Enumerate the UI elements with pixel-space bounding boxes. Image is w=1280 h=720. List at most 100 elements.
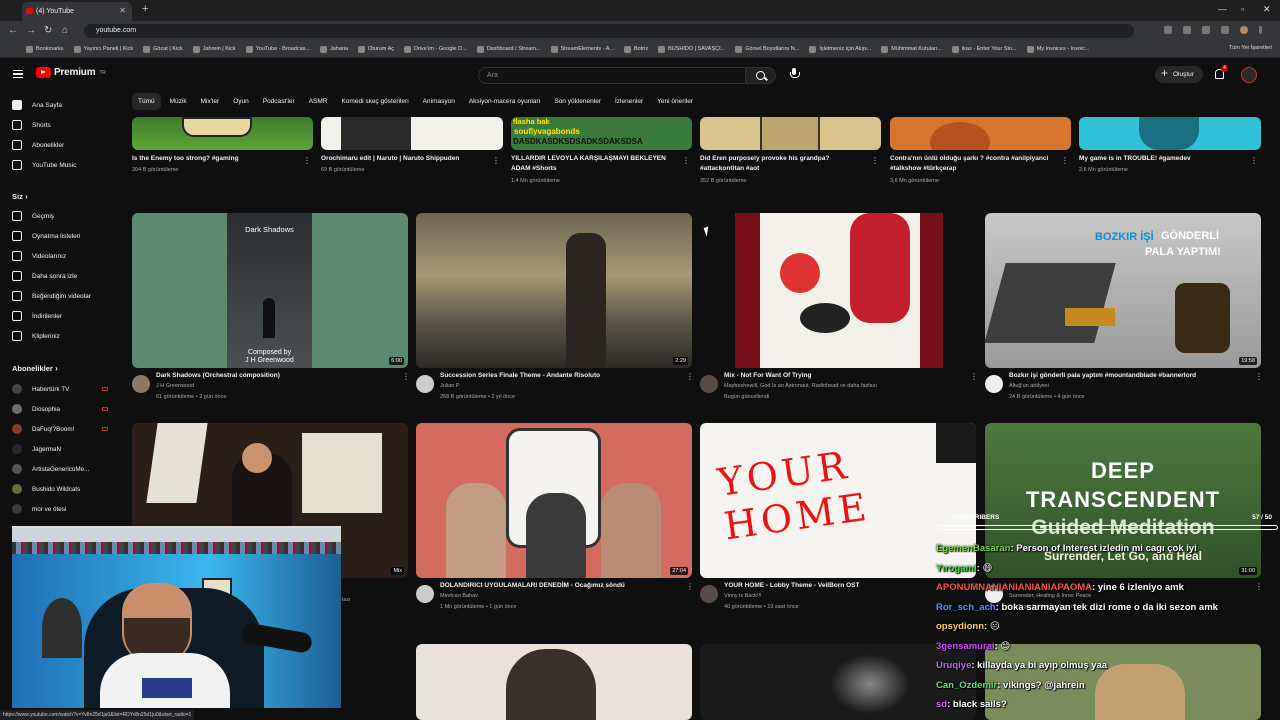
- more-options-icon[interactable]: ⋮: [1061, 157, 1069, 165]
- bookmark-item[interactable]: İşletmeniz için Alışv...: [809, 45, 871, 53]
- video-channel[interactable]: J H Greenwood: [156, 381, 396, 392]
- sidebar-item-2[interactable]: Abonelikler: [12, 138, 117, 152]
- sidebar-item-you-3[interactable]: Daha sonra izle: [12, 269, 117, 283]
- video-title[interactable]: Mix - Not For Want Of Trying: [724, 371, 964, 381]
- more-options-icon[interactable]: ⋮: [871, 157, 879, 165]
- sidebar-item-you-2[interactable]: Videolarınız: [12, 249, 117, 263]
- channel-avatar[interactable]: [132, 375, 150, 393]
- chip-8[interactable]: Aksiyon-macera oyunları: [463, 93, 546, 110]
- video-title[interactable]: DOLANDIRICI UYGULAMALARI DENEDİM - Ocağı…: [440, 581, 680, 591]
- video-thumbnail[interactable]: [132, 117, 313, 150]
- menu-icon[interactable]: [13, 70, 23, 78]
- sidebar-item-you-6[interactable]: Klipleriniz: [12, 329, 117, 343]
- sidebar-item-3[interactable]: YouTube Music: [12, 158, 117, 172]
- channel-avatar[interactable]: [416, 585, 434, 603]
- video-thumbnail[interactable]: 27:04: [416, 423, 692, 578]
- video-channel[interactable]: Altuğ'un atölyesi: [1009, 381, 1249, 392]
- more-options-icon[interactable]: ⋮: [1255, 373, 1263, 381]
- more-options-icon[interactable]: ⋮: [1250, 157, 1258, 165]
- youtube-logo[interactable]: Premium TR: [36, 67, 106, 78]
- channel-avatar[interactable]: [416, 375, 434, 393]
- sidebar-heading-you[interactable]: Siz: [12, 192, 28, 201]
- extension-icon[interactable]: [1183, 26, 1191, 34]
- sidebar-item-subscription[interactable]: Bushido Wildcats: [12, 482, 108, 496]
- video-thumbnail[interactable]: [321, 117, 503, 150]
- more-options-icon[interactable]: ⋮: [970, 373, 978, 381]
- chip-0[interactable]: Tümü: [132, 93, 161, 110]
- chip-1[interactable]: Müzik: [164, 93, 192, 110]
- menu-icon[interactable]: [1259, 26, 1262, 34]
- sidebar-item-you-4[interactable]: Beğendiğim videolar: [12, 289, 117, 303]
- chip-2[interactable]: Mix'ler: [195, 93, 225, 110]
- bookmark-item[interactable]: Oturum Aç: [358, 45, 394, 53]
- bookmark-item[interactable]: BUSHIDO | SAVAŞÇI...: [658, 45, 725, 53]
- bookmark-item[interactable]: Jahrein | Kick: [192, 45, 236, 53]
- home-icon[interactable]: ⌂: [62, 25, 68, 36]
- video-thumbnail[interactable]: [1079, 117, 1261, 150]
- maximize-icon[interactable]: ▫: [1241, 4, 1244, 14]
- video-thumbnail[interactable]: [890, 117, 1071, 150]
- more-options-icon[interactable]: ⋮: [682, 157, 690, 165]
- bookmark-item[interactable]: ikas - Enter Your Sto...: [951, 45, 1017, 53]
- bookmark-item[interactable]: Bookmarks: [26, 45, 64, 53]
- chip-10[interactable]: İzlenenler: [609, 93, 649, 110]
- video-thumbnail[interactable]: [700, 117, 881, 150]
- bookmark-item[interactable]: Dashboard / Stream...: [476, 45, 541, 53]
- bookmark-item[interactable]: Botrix: [624, 45, 648, 53]
- video-thumbnail[interactable]: Dark Shadows Composed by J H Greenwood 6…: [132, 213, 408, 368]
- more-options-icon[interactable]: ⋮: [303, 157, 311, 165]
- search-button[interactable]: [746, 67, 776, 84]
- sidebar-item-subscription[interactable]: Diosophia: [12, 402, 108, 416]
- chip-11[interactable]: Yeni öneriler: [652, 93, 699, 110]
- bookmark-item[interactable]: My Invoices - Invoic...: [1026, 45, 1090, 53]
- extension-icon[interactable]: [1202, 26, 1210, 34]
- all-bookmarks[interactable]: Tüm Yer İşaretleri: [1229, 45, 1272, 51]
- new-tab-button[interactable]: +: [142, 3, 148, 15]
- chip-6[interactable]: Komedi skeç gösterileri: [336, 93, 414, 110]
- more-options-icon[interactable]: ⋮: [686, 583, 694, 591]
- browser-tab[interactable]: (4) YouTube ✕: [22, 2, 132, 21]
- video-title[interactable]: Is the Enemy too strong? #gaming: [132, 154, 297, 164]
- video-thumbnail[interactable]: BOZKIR İŞİ GÖNDERLİ PALA YAPTIM! 19:58: [985, 213, 1261, 368]
- bookmark-item[interactable]: Gözat | Kick: [143, 45, 183, 53]
- sidebar-item-you-1[interactable]: Oynatma listeleri: [12, 229, 117, 243]
- more-options-icon[interactable]: ⋮: [492, 157, 500, 165]
- sidebar-item-subscription[interactable]: Habertürk TV: [12, 382, 108, 396]
- video-title[interactable]: YOUR HOME - Lobby Theme - VeilBorn OST: [724, 581, 964, 591]
- channel-avatar[interactable]: [700, 585, 718, 603]
- sidebar-item-subscription[interactable]: mor ve ötesi: [12, 502, 108, 516]
- video-channel[interactable]: Mevtcan Bahav: [440, 591, 680, 602]
- chip-5[interactable]: ASMR: [303, 93, 333, 110]
- chip-9[interactable]: Son yüklenenler: [549, 93, 606, 110]
- bookmark-item[interactable]: Jaharia: [319, 45, 348, 53]
- close-window-icon[interactable]: ✕: [1263, 4, 1271, 15]
- sidebar-heading-subscriptions[interactable]: Abonelikler: [12, 364, 58, 373]
- bookmark-item[interactable]: StreamElements - A...: [550, 45, 614, 53]
- sidebar-item-subscription[interactable]: JagermaN: [12, 442, 108, 456]
- extension-icon[interactable]: [1221, 26, 1229, 34]
- video-channel[interactable]: Maybeshewill, God Is an Astronaut, Radio…: [724, 381, 964, 392]
- video-title[interactable]: My game is in TROUBLE! #gamedev: [1079, 154, 1244, 164]
- video-channel[interactable]: Vinny is Back!!!: [724, 591, 964, 602]
- chip-7[interactable]: Animasyon: [417, 93, 460, 110]
- channel-avatar[interactable]: [985, 375, 1003, 393]
- create-button[interactable]: Oluştur: [1155, 65, 1203, 83]
- profile-icon[interactable]: [1240, 26, 1248, 34]
- search-input[interactable]: Ara: [478, 67, 746, 84]
- video-thumbnail[interactable]: [416, 644, 692, 720]
- video-title[interactable]: Contra'nın ünlü olduğu şarkı ? #contra #…: [890, 154, 1055, 174]
- video-title[interactable]: YILLARDIR LEVOYLA KARŞILAŞMAYI BEKLEYEN …: [511, 154, 676, 174]
- minimize-icon[interactable]: —: [1218, 4, 1227, 14]
- extension-icon[interactable]: [1164, 26, 1172, 34]
- channel-avatar[interactable]: [700, 375, 718, 393]
- video-thumbnail[interactable]: flasha bak souflyvagabonds DASDKASDKSDSA…: [511, 117, 692, 150]
- video-thumbnail[interactable]: [700, 213, 976, 368]
- bookmark-item[interactable]: Drive'ım - Google D...: [404, 45, 467, 53]
- video-title[interactable]: Dark Shadows (Orchestral composition): [156, 371, 396, 381]
- back-icon[interactable]: ←: [8, 25, 18, 36]
- chip-4[interactable]: Podcast'ler: [257, 93, 300, 110]
- chip-3[interactable]: Oyun: [228, 93, 254, 110]
- video-channel[interactable]: Julian P: [440, 381, 680, 392]
- bookmark-item[interactable]: Görsel Boyutlarını N...: [735, 45, 799, 53]
- sidebar-item-1[interactable]: Shorts: [12, 118, 117, 132]
